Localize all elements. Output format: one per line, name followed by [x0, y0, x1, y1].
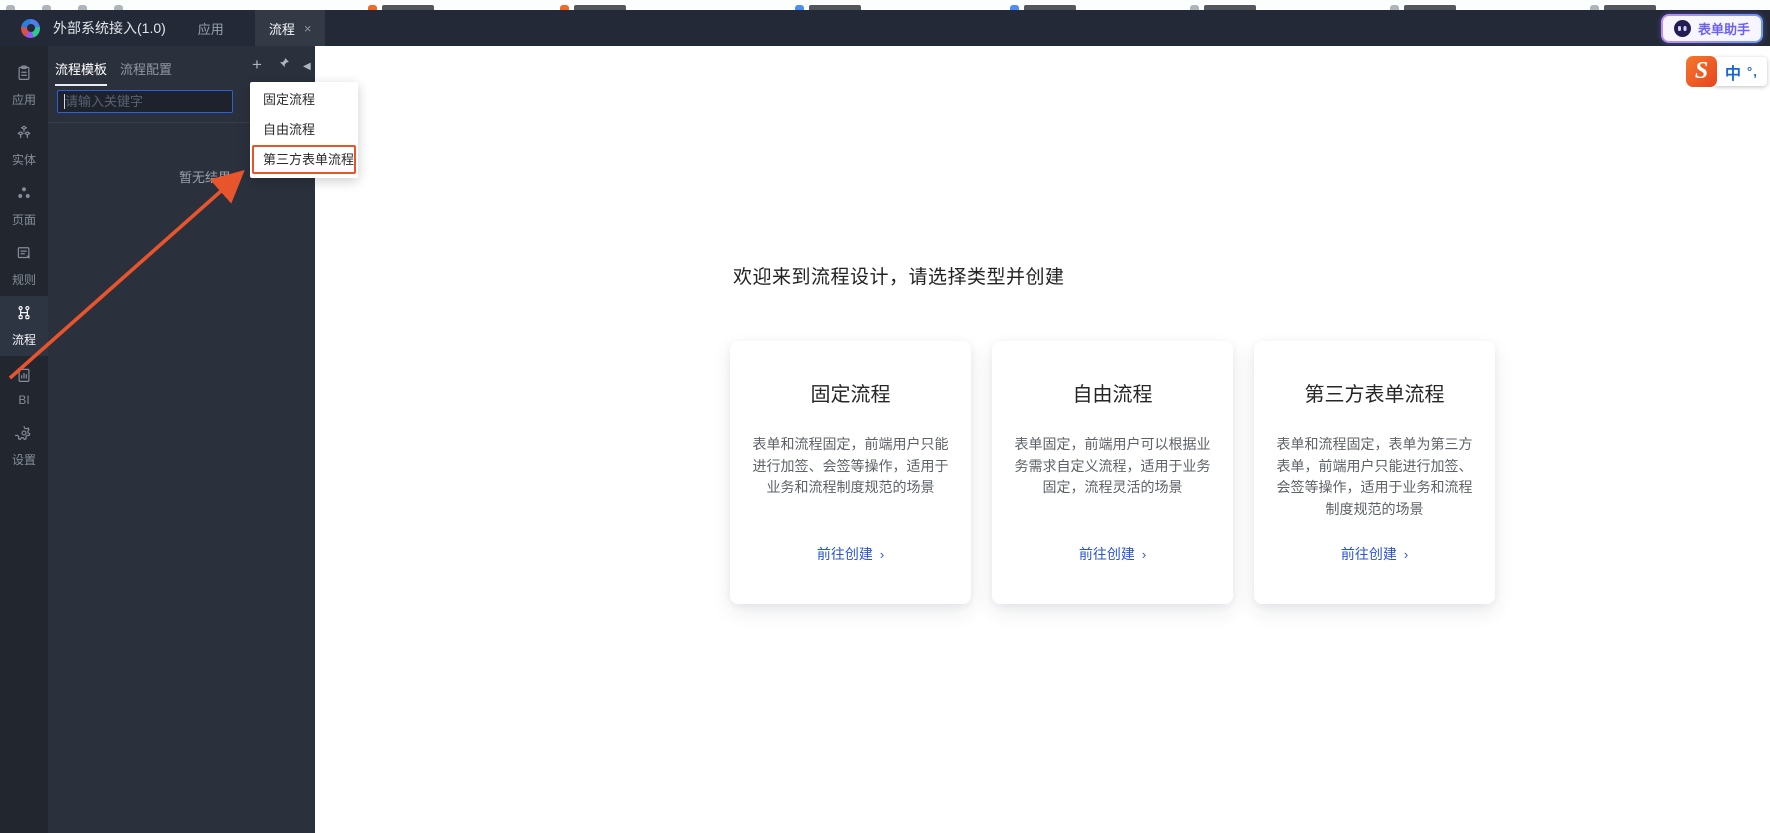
bi-icon	[15, 366, 33, 389]
bookmark-item[interactable]	[368, 2, 434, 10]
go-create-label: 前往创建	[1078, 546, 1135, 562]
sidebar-item-bi[interactable]: BI	[0, 356, 48, 416]
sogou-logo-icon[interactable]: S	[1686, 56, 1717, 87]
tab-flow-template[interactable]: 流程模板	[55, 59, 108, 86]
card-description: 表单固定，前端用户可以根据业务需求自定义流程，适用于业务固定，流程灵活的场景	[1014, 436, 1211, 495]
ime-status-pill[interactable]: 中 °,	[1713, 57, 1767, 86]
app-title: 外部系统接入(1.0)	[53, 20, 166, 36]
flow-type-cards: 固定流程 表单和流程固定，前端用户只能进行加签、会签等操作，适用于业务和流程制度…	[730, 341, 1495, 604]
module-sidebar: 应用 实体 页面 规则 流程 BI 设置	[0, 46, 48, 833]
bookmark-item[interactable]	[1010, 2, 1076, 10]
close-tab-icon[interactable]: ×	[304, 22, 312, 35]
page-icon	[15, 184, 33, 207]
panel-tabs: 流程模板 流程配置	[55, 59, 172, 86]
go-create-label: 前往创建	[816, 546, 873, 562]
dropdown-item-free-flow[interactable]: 自由流程	[250, 115, 358, 145]
add-flow-button[interactable]: +	[252, 56, 262, 73]
bookmark-item[interactable]	[6, 2, 15, 10]
text-caret	[64, 94, 65, 109]
bookmark-item[interactable]	[114, 2, 123, 10]
sidebar-item-label: BI	[18, 392, 30, 407]
collapse-panel-icon[interactable]: ◀	[303, 59, 311, 75]
card-title: 固定流程	[810, 384, 891, 406]
chevron-right-icon: ›	[1403, 547, 1409, 562]
bookmark-item[interactable]	[1390, 2, 1456, 10]
card-description: 表单和流程固定，前端用户只能进行加签、会签等操作，适用于业务和流程制度规范的场景	[752, 436, 949, 495]
bookmark-item[interactable]	[1590, 2, 1656, 10]
card-description: 表单和流程固定，表单为第三方表单，前端用户只能进行加签、会签等操作，适用于业务和…	[1276, 436, 1473, 517]
robot-icon	[1673, 20, 1691, 37]
sidebar-item-page[interactable]: 页面	[0, 176, 48, 236]
search-input[interactable]	[57, 90, 233, 113]
bookmark-item[interactable]	[795, 2, 861, 10]
card-third-party-form-flow[interactable]: 第三方表单流程 表单和流程固定，表单为第三方表单，前端用户只能进行加签、会签等操…	[1254, 341, 1495, 604]
sidebar-item-entity[interactable]: 实体	[0, 116, 48, 176]
page-title: 欢迎来到流程设计，请选择类型并创建	[733, 267, 1065, 288]
flow-icon	[15, 304, 33, 327]
dropdown-item-third-party-form-flow[interactable]: 第三方表单流程	[250, 145, 358, 175]
header-tab-flow[interactable]: 流程 ×	[254, 10, 326, 46]
go-create-label: 前往创建	[1340, 546, 1397, 562]
rule-icon	[15, 244, 33, 267]
bookmark-item[interactable]	[1190, 2, 1256, 10]
go-create-link[interactable]: 前往创建 ›	[730, 544, 971, 564]
browser-bookmarks-bar	[0, 0, 1770, 10]
app-icon	[15, 64, 33, 87]
ime-indicator: S 中 °,	[1686, 56, 1767, 87]
card-fixed-flow[interactable]: 固定流程 表单和流程固定，前端用户只能进行加签、会签等操作，适用于业务和流程制度…	[730, 341, 971, 604]
settings-icon	[14, 424, 33, 447]
card-title: 第三方表单流程	[1304, 384, 1445, 406]
sidebar-item-rule[interactable]: 规则	[0, 236, 48, 296]
sidebar-item-flow[interactable]: 流程	[0, 296, 48, 356]
chevron-right-icon: ›	[879, 547, 885, 562]
sidebar-item-app[interactable]: 应用	[0, 56, 48, 116]
card-title: 自由流程	[1072, 384, 1153, 406]
chevron-right-icon: ›	[1141, 547, 1147, 562]
bookmark-item[interactable]	[42, 2, 51, 10]
header-tab-app[interactable]: 应用	[198, 19, 224, 38]
go-create-link[interactable]: 前往创建 ›	[1254, 544, 1495, 564]
create-flow-dropdown: 固定流程 自由流程 第三方表单流程	[250, 82, 358, 178]
empty-result-text: 暂无结果	[179, 170, 232, 185]
bookmark-item[interactable]	[560, 2, 626, 10]
tab-flow-config[interactable]: 流程配置	[120, 59, 172, 85]
form-assistant-inner: 表单助手	[1662, 16, 1761, 41]
sidebar-item-label: 流程	[11, 333, 36, 347]
form-assistant-label: 表单助手	[1697, 22, 1750, 37]
entity-icon	[15, 124, 33, 147]
bookmark-item[interactable]	[78, 2, 87, 10]
sidebar-item-settings[interactable]: 设置	[0, 416, 48, 476]
app-logo-icon[interactable]	[21, 18, 40, 38]
card-free-flow[interactable]: 自由流程 表单固定，前端用户可以根据业务需求自定义流程，适用于业务固定，流程灵活…	[992, 341, 1233, 604]
sidebar-item-label: 应用	[11, 93, 36, 107]
pin-icon[interactable]	[277, 57, 290, 74]
header-tab-flow-label: 流程	[268, 21, 295, 37]
main-content: 欢迎来到流程设计，请选择类型并创建 固定流程 表单和流程固定，前端用户只能进行加…	[315, 46, 1770, 833]
ime-lang-indicator: 中	[1725, 65, 1742, 83]
form-assistant-button[interactable]: 表单助手	[1660, 14, 1763, 43]
app-header: 外部系统接入(1.0) 应用 流程 × 表单助手	[0, 10, 1770, 46]
go-create-link[interactable]: 前往创建 ›	[992, 544, 1233, 564]
sidebar-item-label: 规则	[11, 273, 36, 287]
sidebar-item-label: 设置	[11, 453, 36, 467]
dropdown-item-fixed-flow[interactable]: 固定流程	[250, 85, 358, 115]
ime-punct-indicator: °,	[1747, 64, 1758, 79]
sidebar-item-label: 页面	[11, 213, 36, 227]
sidebar-item-label: 实体	[11, 153, 36, 167]
